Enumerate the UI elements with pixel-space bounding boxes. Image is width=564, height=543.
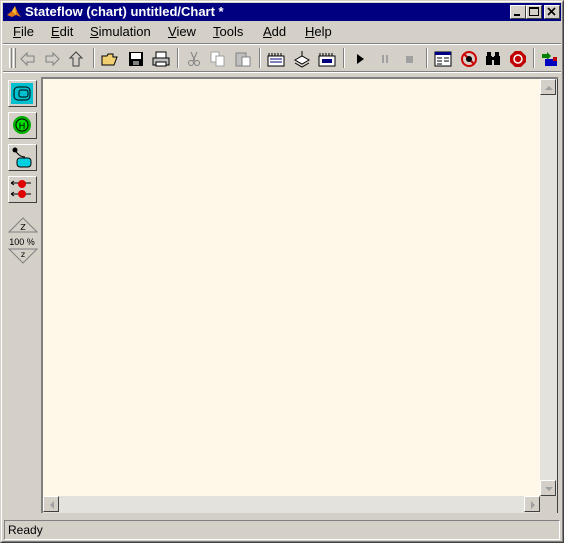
zoom-in-icon[interactable]: Z xyxy=(8,217,38,233)
close-button[interactable] xyxy=(544,5,560,19)
open-button[interactable] xyxy=(101,50,119,68)
menu-file[interactable]: File xyxy=(13,24,34,40)
menu-add[interactable]: Add xyxy=(263,24,286,40)
menu-help[interactable]: Help xyxy=(305,24,332,40)
zoom-level-label: 100 % xyxy=(9,237,35,247)
minimize-icon xyxy=(514,14,520,16)
go-to-model-icon xyxy=(542,52,557,66)
scroll-left-button[interactable] xyxy=(43,496,59,512)
state-tool-button[interactable] xyxy=(8,80,37,107)
menu-view[interactable]: View xyxy=(168,24,196,40)
svg-text:H: H xyxy=(19,122,26,132)
paste-button[interactable] xyxy=(234,50,252,68)
maximize-button[interactable] xyxy=(526,5,542,19)
debugger-button[interactable] xyxy=(460,50,478,68)
cut-icon xyxy=(188,51,200,66)
arrow-left-icon xyxy=(50,501,54,509)
menu-tools[interactable]: Tools xyxy=(213,24,243,40)
connective-junction-tool-button[interactable] xyxy=(8,176,37,203)
forward-icon xyxy=(45,51,60,67)
print-icon xyxy=(152,51,170,67)
maximize-icon xyxy=(529,7,539,16)
rebuild-icon xyxy=(293,51,311,68)
copy-icon xyxy=(210,51,225,67)
stop-simulation-button[interactable] xyxy=(401,50,419,68)
window-title: Stateflow (chart) untitled/Chart * xyxy=(25,4,224,19)
up-button[interactable] xyxy=(67,50,85,68)
menu-edit[interactable]: Edit xyxy=(51,24,73,40)
play-icon xyxy=(357,54,364,64)
go-to-model-button[interactable] xyxy=(541,50,559,68)
explorer-button[interactable] xyxy=(434,50,452,68)
scroll-up-button[interactable] xyxy=(540,79,556,95)
save-button[interactable] xyxy=(127,50,145,68)
find-button[interactable] xyxy=(484,50,502,68)
object-palette: H Z 100 % z xyxy=(3,77,41,517)
menu-bar: File Edit Simulation View Tools Add Help xyxy=(3,22,561,41)
scroll-right-button[interactable] xyxy=(524,496,540,512)
matlab-logo-icon xyxy=(7,6,21,17)
target-build-button[interactable] xyxy=(318,50,336,68)
default-transition-tool-icon xyxy=(12,147,32,168)
copy-button[interactable] xyxy=(209,50,227,68)
status-bar: Ready xyxy=(4,520,560,540)
scrollbar-corner xyxy=(540,496,557,513)
chart-canvas[interactable] xyxy=(43,79,540,496)
toolbar xyxy=(3,43,561,73)
back-icon xyxy=(20,51,35,67)
default-transition-tool-button[interactable] xyxy=(8,144,37,171)
status-text: Ready xyxy=(8,523,43,537)
arrow-up-icon xyxy=(545,86,553,90)
stateflow-window: Stateflow (chart) untitled/Chart * File … xyxy=(0,0,564,543)
back-button[interactable] xyxy=(19,50,37,68)
minimize-button[interactable] xyxy=(510,5,526,19)
stop-sign-button[interactable] xyxy=(509,50,527,68)
target-build-icon xyxy=(318,53,336,67)
svg-text:z: z xyxy=(21,250,25,259)
build-icon xyxy=(267,53,285,67)
stop-icon xyxy=(406,56,413,63)
title-bar[interactable]: Stateflow (chart) untitled/Chart * xyxy=(3,3,561,21)
state-tool-icon xyxy=(11,83,33,104)
build-button[interactable] xyxy=(267,50,285,68)
debugger-icon xyxy=(461,51,477,67)
cut-button[interactable] xyxy=(185,50,203,68)
arrow-down-icon xyxy=(545,487,553,491)
explorer-icon xyxy=(434,51,452,67)
print-button[interactable] xyxy=(152,50,170,68)
history-junction-tool-button[interactable]: H xyxy=(8,112,37,139)
pause-simulation-button[interactable] xyxy=(376,50,394,68)
paste-icon xyxy=(235,52,251,67)
stop-sign-icon xyxy=(510,51,526,67)
start-simulation-button[interactable] xyxy=(351,50,369,68)
horizontal-scrollbar[interactable] xyxy=(43,496,540,513)
open-icon xyxy=(101,53,118,66)
forward-button[interactable] xyxy=(43,50,61,68)
toolbar-grip-2[interactable] xyxy=(13,48,16,68)
arrow-right-icon xyxy=(531,501,535,509)
rebuild-button[interactable] xyxy=(293,50,311,68)
toolbar-grip[interactable] xyxy=(9,48,12,68)
pause-icon xyxy=(382,55,388,63)
up-icon xyxy=(68,51,84,67)
save-icon xyxy=(129,52,143,66)
history-junction-tool-icon: H xyxy=(13,116,31,134)
menu-simulation[interactable]: Simulation xyxy=(90,24,151,40)
scroll-down-button[interactable] xyxy=(540,480,556,496)
svg-text:Z: Z xyxy=(20,223,26,232)
vertical-scrollbar[interactable] xyxy=(540,79,557,496)
find-icon xyxy=(486,52,500,65)
zoom-out-icon[interactable]: z xyxy=(8,248,38,264)
close-icon xyxy=(547,7,556,16)
connective-junction-tool-icon xyxy=(11,180,31,198)
